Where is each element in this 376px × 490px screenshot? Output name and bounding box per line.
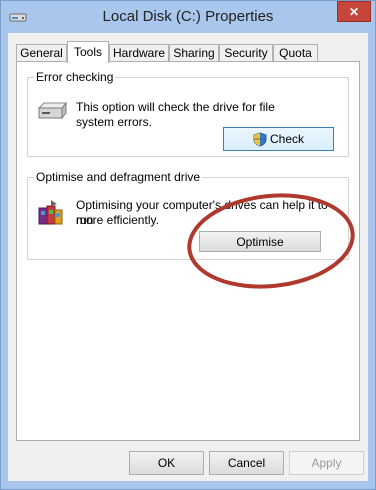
tab-quota[interactable]: Quota bbox=[273, 44, 318, 62]
tab-general[interactable]: General bbox=[16, 44, 67, 62]
tab-security[interactable]: Security bbox=[219, 44, 273, 62]
close-icon: ✕ bbox=[348, 4, 360, 19]
drive-icon bbox=[37, 101, 68, 120]
tools-tab-panel: Error checking This option will check th… bbox=[16, 61, 360, 441]
apply-button-label: Apply bbox=[311, 456, 342, 470]
properties-window: Local Disk (C:) Properties ✕ General Too… bbox=[0, 0, 376, 490]
defragment-icon bbox=[38, 200, 63, 225]
tab-sharing[interactable]: Sharing bbox=[169, 44, 219, 62]
ok-button-label: OK bbox=[157, 456, 176, 470]
optimise-heading: Optimise and defragment drive bbox=[34, 170, 203, 184]
ok-button[interactable]: OK bbox=[129, 451, 204, 475]
cancel-button[interactable]: Cancel bbox=[209, 451, 284, 475]
uac-shield-icon bbox=[253, 131, 267, 147]
check-button-label: Check bbox=[269, 132, 304, 146]
optimise-button[interactable]: Optimise bbox=[199, 231, 321, 252]
apply-button: Apply bbox=[289, 451, 364, 475]
window-title: Local Disk (C:) Properties bbox=[102, 8, 274, 25]
cancel-button-label: Cancel bbox=[227, 456, 266, 470]
error-checking-group: Error checking This option will check th… bbox=[27, 70, 349, 157]
close-button[interactable]: ✕ bbox=[337, 1, 371, 22]
title-bar[interactable]: Local Disk (C:) Properties ✕ bbox=[1, 1, 375, 33]
optimise-button-label: Optimise bbox=[236, 234, 284, 249]
optimise-group: Optimise and defragment drive Optimising… bbox=[27, 170, 349, 260]
tab-hardware[interactable]: Hardware bbox=[109, 44, 169, 62]
tab-tools[interactable]: Tools bbox=[67, 41, 109, 63]
error-checking-description-line2: system errors. bbox=[76, 115, 153, 129]
check-button[interactable]: Check bbox=[223, 127, 334, 151]
error-checking-description-line1: This option will check the drive for fil… bbox=[76, 100, 275, 114]
error-checking-heading: Error checking bbox=[34, 70, 116, 84]
optimise-description-line2: more efficiently. bbox=[76, 213, 159, 227]
dialog-content: General Tools Hardware Sharing Security … bbox=[8, 33, 368, 481]
